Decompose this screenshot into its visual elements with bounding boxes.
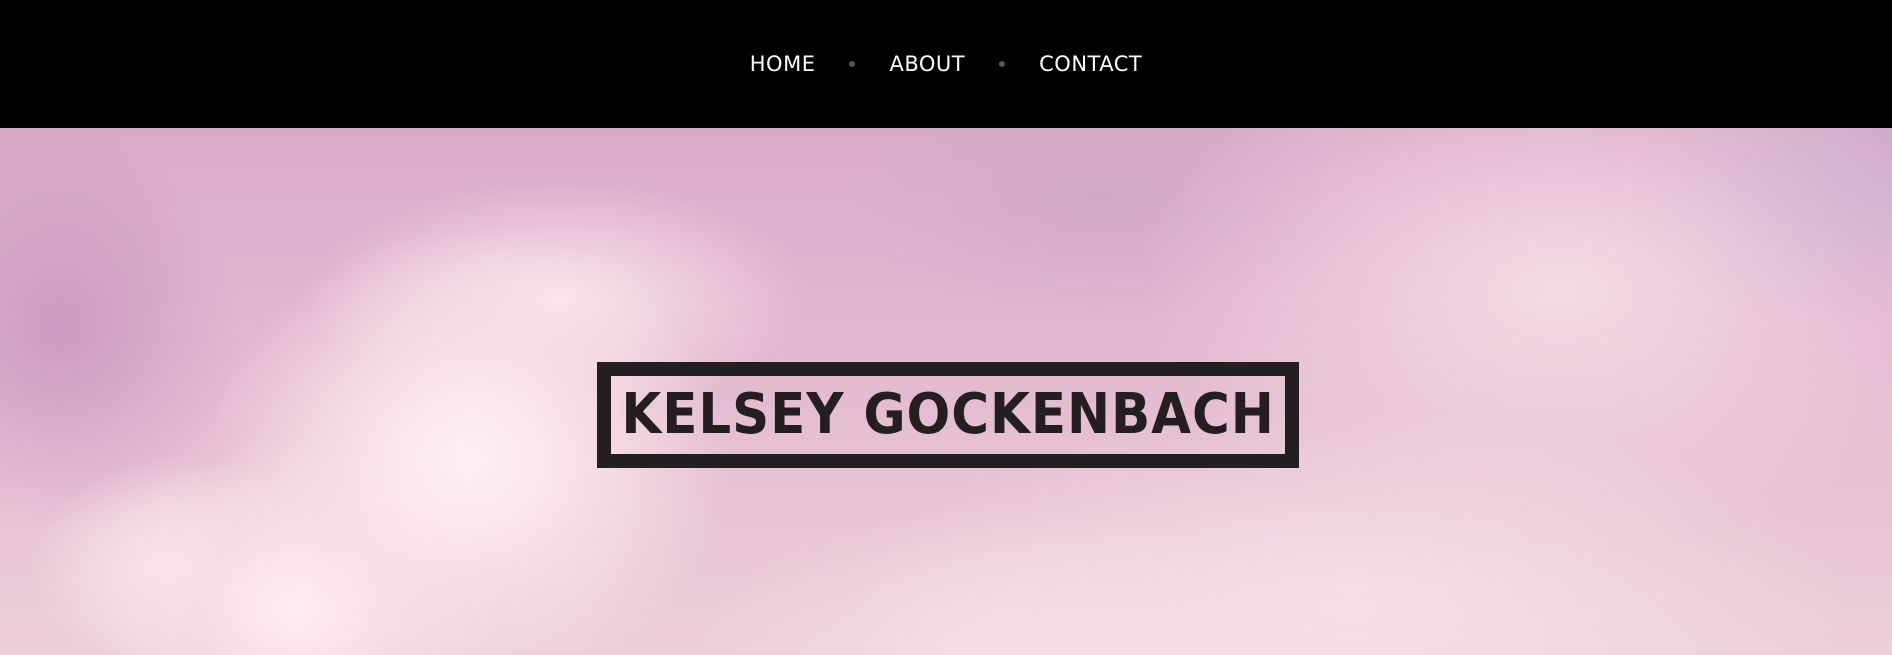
top-navigation-bar: HOME ABOUT CONTACT — [0, 0, 1892, 128]
site-title-box: KELSEY GOCKENBACH — [597, 362, 1299, 468]
nav-separator-dot — [849, 61, 856, 67]
page: HOME ABOUT CONTACT KELSEY GOCKENBACH — [0, 0, 1892, 655]
main-nav: HOME ABOUT CONTACT — [750, 53, 1142, 75]
nav-home-link[interactable]: HOME — [750, 53, 816, 75]
nav-about-link[interactable]: ABOUT — [889, 53, 965, 75]
nav-separator-dot — [999, 61, 1006, 67]
nav-contact-link[interactable]: CONTACT — [1039, 53, 1142, 75]
site-title: KELSEY GOCKENBACH — [621, 382, 1275, 447]
